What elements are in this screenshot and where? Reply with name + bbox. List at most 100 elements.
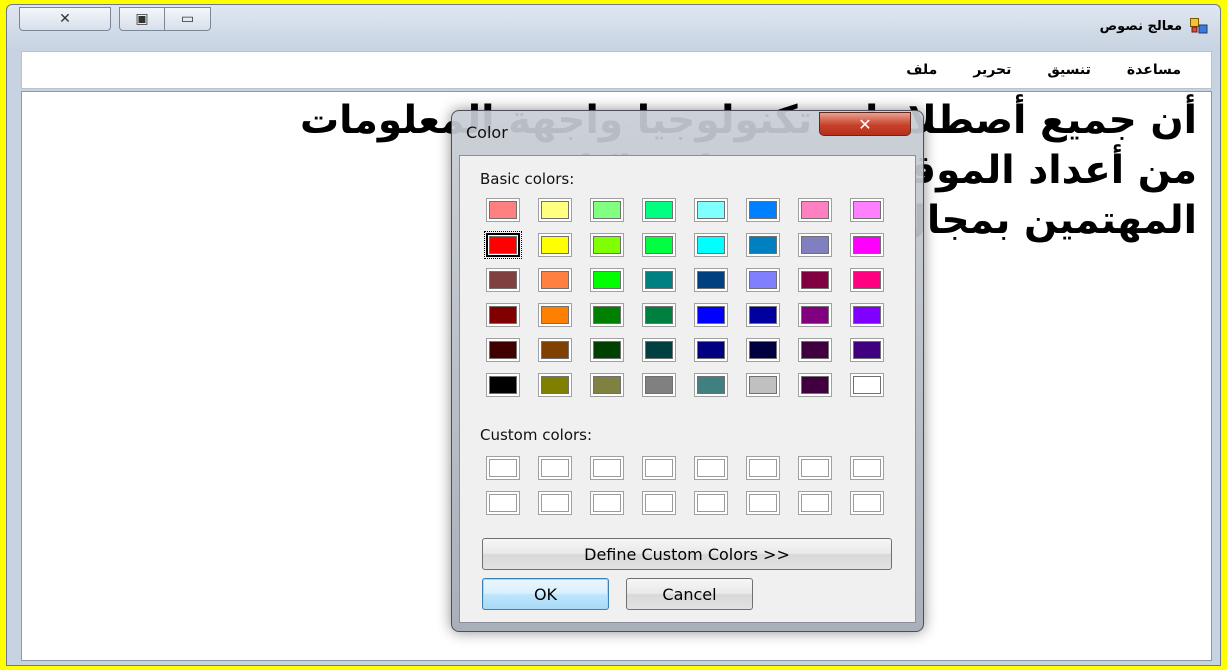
ok-button[interactable]: OK: [482, 578, 609, 610]
menu-item[interactable]: تحرير: [955, 62, 1029, 78]
dialog-body: Basic colors: Custom colors: Define Cust…: [459, 155, 916, 623]
color-swatch[interactable]: [798, 456, 832, 480]
define-custom-colors-button[interactable]: Define Custom Colors >>: [482, 538, 892, 570]
color-swatch[interactable]: [746, 456, 780, 480]
color-swatch[interactable]: [486, 491, 520, 515]
dialog-title: Color: [466, 123, 508, 142]
swatch-fill: [541, 341, 569, 359]
color-swatch[interactable]: [486, 456, 520, 480]
color-swatch[interactable]: [538, 198, 572, 222]
color-swatch[interactable]: [486, 268, 520, 292]
color-swatch[interactable]: [642, 491, 676, 515]
color-swatch[interactable]: [694, 268, 728, 292]
color-swatch[interactable]: [484, 231, 522, 259]
menu-item[interactable]: مساعدة: [1109, 62, 1199, 78]
color-swatch[interactable]: [798, 373, 832, 397]
swatch-fill: [593, 376, 621, 394]
color-swatch[interactable]: [850, 491, 884, 515]
swatch-fill: [749, 494, 777, 512]
color-swatch[interactable]: [746, 338, 780, 362]
swatch-fill: [593, 271, 621, 289]
define-custom-colors-label: Define Custom Colors >>: [584, 544, 790, 564]
cancel-button[interactable]: Cancel: [626, 578, 753, 610]
swatch-fill: [593, 341, 621, 359]
swatch-fill: [593, 201, 621, 219]
color-swatch[interactable]: [538, 338, 572, 362]
color-swatch[interactable]: [538, 456, 572, 480]
swatch-fill: [749, 306, 777, 324]
color-swatch[interactable]: [694, 198, 728, 222]
swatch-fill: [749, 459, 777, 477]
color-swatch[interactable]: [850, 373, 884, 397]
color-swatch[interactable]: [590, 268, 624, 292]
color-swatch[interactable]: [486, 373, 520, 397]
window-maximize-button[interactable]: ▣: [119, 7, 165, 31]
swatch-fill: [697, 494, 725, 512]
menu-items: ملف تحرير تنسيق مساعدة: [888, 62, 1199, 78]
color-swatch[interactable]: [798, 303, 832, 327]
color-swatch[interactable]: [694, 373, 728, 397]
color-swatch[interactable]: [694, 456, 728, 480]
color-dialog: Color ✕ Basic colors: Custom colors: Def…: [451, 110, 924, 632]
color-swatch[interactable]: [746, 268, 780, 292]
color-swatch[interactable]: [590, 373, 624, 397]
color-swatch[interactable]: [590, 198, 624, 222]
color-swatch[interactable]: [642, 198, 676, 222]
color-swatch[interactable]: [798, 268, 832, 292]
color-swatch[interactable]: [850, 233, 884, 257]
window-minimize-button[interactable]: ▭: [165, 7, 211, 31]
color-swatch[interactable]: [746, 198, 780, 222]
menu-item[interactable]: ملف: [888, 62, 955, 78]
color-swatch[interactable]: [538, 303, 572, 327]
color-swatch[interactable]: [746, 491, 780, 515]
color-swatch[interactable]: [590, 456, 624, 480]
color-swatch[interactable]: [746, 373, 780, 397]
color-swatch[interactable]: [642, 303, 676, 327]
color-swatch[interactable]: [642, 373, 676, 397]
swatch-fill: [541, 271, 569, 289]
color-swatch[interactable]: [590, 303, 624, 327]
basic-colors-label: Basic colors:: [480, 170, 575, 188]
title-bar[interactable]: ✕ ▣ ▭ معالج نصوص: [7, 5, 1220, 49]
swatch-fill: [489, 376, 517, 394]
swatch-fill: [489, 271, 517, 289]
color-swatch[interactable]: [590, 233, 624, 257]
color-swatch[interactable]: [538, 373, 572, 397]
color-swatch[interactable]: [486, 338, 520, 362]
color-swatch[interactable]: [538, 233, 572, 257]
swatch-fill: [801, 376, 829, 394]
color-swatch[interactable]: [850, 338, 884, 362]
color-swatch[interactable]: [798, 233, 832, 257]
color-swatch[interactable]: [850, 198, 884, 222]
swatch-fill: [853, 201, 881, 219]
color-swatch[interactable]: [642, 456, 676, 480]
color-swatch[interactable]: [798, 338, 832, 362]
color-swatch[interactable]: [746, 233, 780, 257]
color-swatch[interactable]: [694, 491, 728, 515]
color-swatch[interactable]: [694, 338, 728, 362]
color-swatch[interactable]: [590, 491, 624, 515]
window-close-button[interactable]: ✕: [19, 7, 111, 31]
color-swatch[interactable]: [850, 456, 884, 480]
color-swatch[interactable]: [642, 268, 676, 292]
color-swatch[interactable]: [694, 233, 728, 257]
color-swatch[interactable]: [798, 491, 832, 515]
swatch-fill: [801, 271, 829, 289]
color-swatch[interactable]: [486, 303, 520, 327]
dialog-close-button[interactable]: ✕: [819, 112, 911, 136]
color-swatch[interactable]: [850, 303, 884, 327]
color-swatch[interactable]: [850, 268, 884, 292]
color-swatch[interactable]: [642, 338, 676, 362]
color-swatch[interactable]: [590, 338, 624, 362]
menu-item[interactable]: تنسيق: [1029, 62, 1109, 78]
color-swatch[interactable]: [486, 198, 520, 222]
color-swatch[interactable]: [694, 303, 728, 327]
color-swatch[interactable]: [538, 268, 572, 292]
color-swatch[interactable]: [538, 491, 572, 515]
color-swatch[interactable]: [746, 303, 780, 327]
swatch-fill: [593, 306, 621, 324]
color-swatch[interactable]: [798, 198, 832, 222]
swatch-fill: [489, 459, 517, 477]
swatch-fill: [853, 236, 881, 254]
color-swatch[interactable]: [642, 233, 676, 257]
